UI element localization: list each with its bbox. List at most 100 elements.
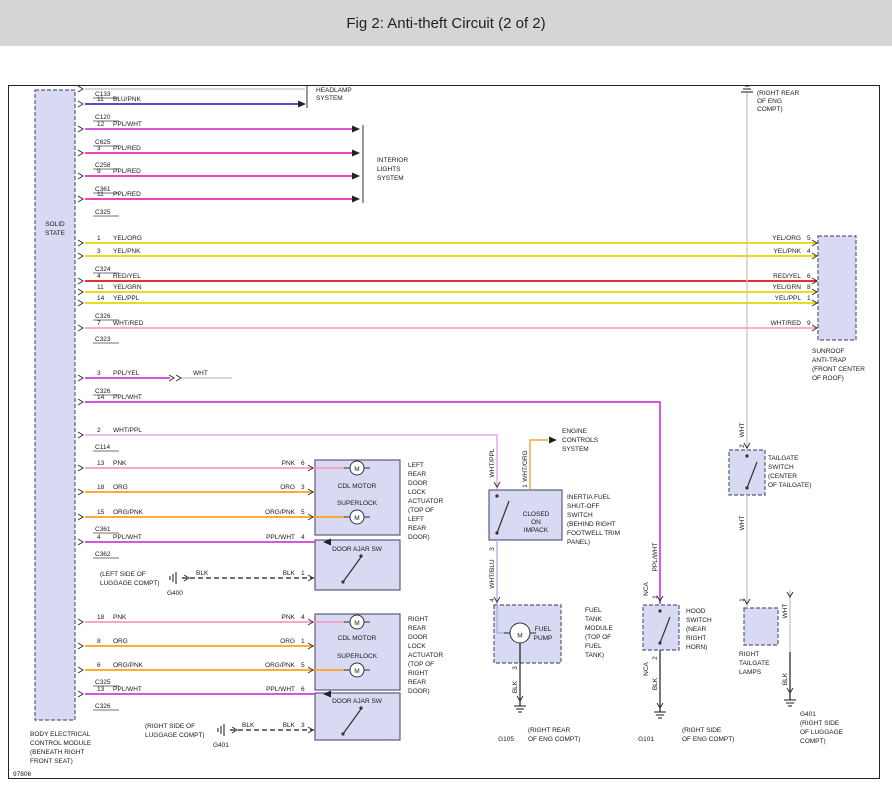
- wire-label: 1: [522, 484, 529, 488]
- closed-on-impact-label: CLOSED: [523, 511, 550, 518]
- g401-right-label: G401: [800, 711, 816, 718]
- wire-label: YEL/PPL: [113, 295, 140, 302]
- connector-label: C326: [95, 313, 111, 320]
- wire-label: PPL/YEL: [113, 370, 140, 377]
- wire-label: ORG: [113, 484, 128, 491]
- wire-label: 13: [97, 460, 105, 467]
- hood-switch-label: RIGHT: [686, 635, 706, 642]
- wire-label: PPL/WHT: [266, 534, 295, 541]
- wire-label: PNK: [282, 460, 296, 467]
- wire-label: WHT/PPL: [489, 448, 496, 477]
- wire-label: G101: [638, 736, 654, 743]
- left-actuator-label: DOOR: [408, 480, 428, 487]
- wire-label: YEL/ORG: [772, 235, 801, 242]
- wire-label: 3: [512, 666, 519, 670]
- headlamp-system-label: HEADLAMP: [316, 87, 352, 94]
- wire-label: ORG/PNK: [265, 509, 296, 516]
- wire-label: DOOR AJAR SW: [332, 698, 383, 705]
- wire-label: 4: [97, 534, 101, 541]
- inertia-switch-label: PANEL): [567, 539, 590, 546]
- g401-right-label: (RIGHT SIDE: [800, 720, 840, 727]
- fuel-tank-module-label: FUEL: [585, 643, 602, 650]
- wire-label: 6: [807, 273, 811, 280]
- wire-label: 2: [97, 427, 101, 434]
- wire-label: ORG: [113, 638, 128, 645]
- right-rear-eng-compt-label: COMPT): [757, 106, 783, 113]
- direction-arrow: [549, 437, 557, 444]
- wire-label: PPL/WHT: [113, 394, 142, 401]
- wire-label: 11: [97, 96, 104, 103]
- right-actuator-label: ACTUATOR: [408, 652, 443, 659]
- solid-state-label: STATE: [45, 230, 66, 237]
- right-tailgate-lamps-box: [744, 608, 778, 645]
- body-electrical-control-module-box: [35, 90, 75, 720]
- wire-label: DOOR AJAR SW: [332, 546, 383, 553]
- wire-label: ORG: [280, 638, 295, 645]
- direction-arrow: [352, 173, 360, 180]
- switch-contact: [745, 486, 748, 489]
- fuel-tank-module-label: MODULE: [585, 625, 613, 632]
- wire-label: PNK: [282, 614, 296, 621]
- fuel-tank-module-label: (TOP OF: [585, 634, 611, 641]
- wire-label: PPL/RED: [113, 191, 141, 198]
- solid-state-label: SOLID: [45, 221, 65, 228]
- wire-label: BLK: [782, 672, 789, 685]
- motor-letter: M: [354, 466, 359, 473]
- tailgate-switch-label: SWITCH: [768, 464, 794, 471]
- wire-label: 18: [97, 614, 105, 621]
- wire-label: 8: [97, 638, 101, 645]
- wire-label: 6: [301, 460, 305, 467]
- wire-label: 3: [301, 722, 305, 729]
- sunroof-anti-trap-label: ANTI-TRAP: [812, 357, 846, 364]
- wire-label: CDL MOTOR: [338, 483, 377, 490]
- wire-label: BLK: [283, 570, 296, 577]
- interior-lights-system-label: LIGHTS: [377, 166, 401, 173]
- fuel-pump-label: FUEL: [535, 626, 552, 633]
- pin-chevron: [78, 253, 83, 259]
- connector-label: C323: [95, 336, 111, 343]
- wire-label: BLK: [242, 722, 255, 729]
- wire-label: YEL/PNK: [113, 248, 141, 255]
- direction-arrow: [352, 196, 360, 203]
- wire-label: 3: [97, 248, 101, 255]
- wire-label: G400: [167, 590, 183, 597]
- wire-label: SUPERLOCK: [337, 653, 378, 660]
- pin-chevron: [78, 289, 83, 295]
- fuel-tank-module-label: FUEL: [585, 607, 602, 614]
- g400-location-label: LUGGAGE COMPT): [100, 580, 160, 587]
- left-actuator-label: ACTUATOR: [408, 498, 443, 505]
- right-actuator-label: RIGHT: [408, 616, 428, 623]
- wire-label: 14: [97, 295, 105, 302]
- tailgate-switch-label: (CENTER: [768, 473, 797, 480]
- wire-label: 3: [301, 484, 305, 491]
- module-caption: CONTROL MODULE: [30, 740, 92, 747]
- right-rear-eng-compt-label: (RIGHT REAR: [757, 90, 799, 97]
- switch-contact: [341, 580, 344, 583]
- wire-label: BLK: [652, 677, 659, 690]
- wire-label: 4: [97, 273, 101, 280]
- headlamp-system-label: SYSTEM: [316, 95, 343, 102]
- hood-switch-label: HORN): [686, 644, 707, 651]
- switch-contact: [495, 531, 498, 534]
- module-caption: FRONT SEAT): [30, 758, 73, 765]
- connector-label: C362: [95, 551, 111, 558]
- wire-label: WHT/RED: [771, 320, 802, 327]
- hood-switch-label: SWITCH: [686, 617, 712, 624]
- motor-letter: M: [354, 668, 359, 675]
- wire-label: WHT: [782, 604, 789, 619]
- wire-whtorg: [530, 440, 548, 489]
- right-actuator-label: REAR: [408, 679, 426, 686]
- wire-label: 7: [97, 320, 101, 327]
- connector-label: C120: [95, 114, 111, 121]
- inertia-switch-label: INERTIA FUEL: [567, 494, 611, 501]
- wire-label: 3: [97, 370, 101, 377]
- g400-location-label: (LEFT SIDE OF: [100, 571, 146, 578]
- wire-label: RED/YEL: [113, 273, 141, 280]
- connector-label: C326: [95, 703, 111, 710]
- pin-chevron: [78, 691, 83, 697]
- left-actuator-label: (TOP OF: [408, 507, 434, 514]
- wire-label: 5: [301, 509, 305, 516]
- wire-label: 13: [97, 686, 105, 693]
- wire-label: YEL/ORG: [113, 235, 142, 242]
- pin-chevron: [78, 489, 83, 495]
